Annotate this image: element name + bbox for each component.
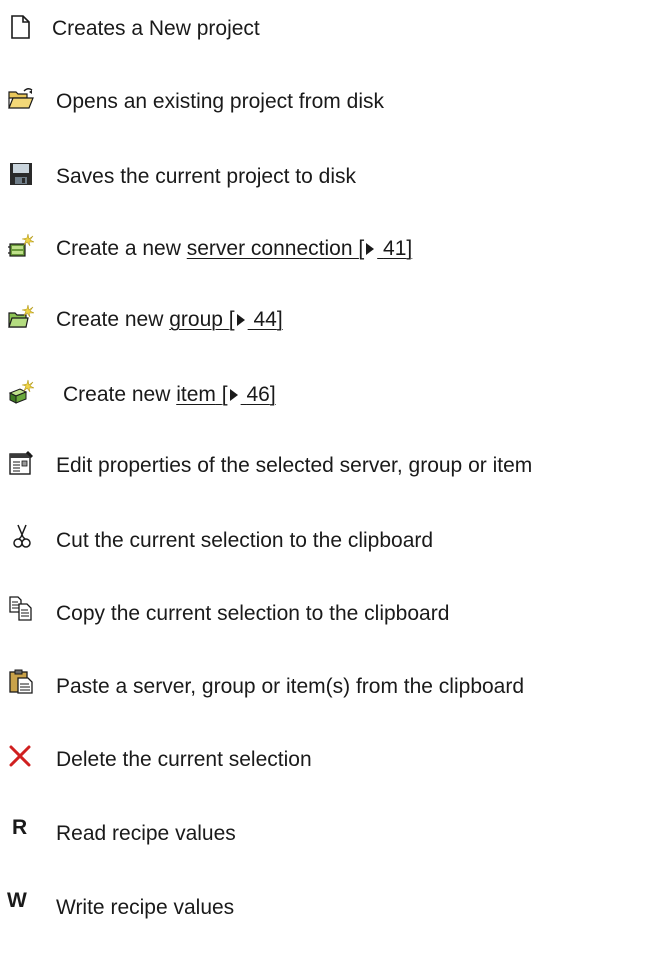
copy-icon: [8, 595, 34, 621]
row-description: Delete the current selection: [56, 748, 312, 771]
row-prefix: Create new: [56, 308, 170, 331]
new-item-icon: [8, 379, 34, 405]
page-ref-arrow-icon: [236, 314, 245, 326]
row-description: Copy the current selection to the clipbo…: [56, 602, 450, 625]
row-description: Creates a New project: [52, 17, 260, 40]
delete-x-icon: [8, 743, 34, 769]
row-description: Create new item [ 46]: [63, 382, 276, 408]
row-description: Read recipe values: [56, 822, 236, 845]
item-link[interactable]: item [ 46]: [176, 383, 275, 406]
row-description: Paste a server, group or item(s) from th…: [56, 675, 525, 698]
svg-text:R: R: [12, 816, 27, 839]
page-ref-arrow-icon: [366, 243, 375, 255]
new-server-connection-icon: [8, 233, 34, 259]
row-description: Cut the current selection to the clipboa…: [56, 529, 434, 552]
save-disk-icon: [8, 161, 34, 187]
row-description: Create new group [ 44]: [56, 307, 283, 333]
properties-icon: [8, 450, 34, 476]
server-connection-link[interactable]: server connection [ 41]: [187, 237, 413, 260]
row-description: Opens an existing project from disk: [56, 90, 384, 113]
write-w-icon: W: [6, 887, 32, 913]
paste-icon: [8, 668, 34, 694]
row-description: Write recipe values: [56, 896, 235, 919]
svg-text:W: W: [7, 889, 27, 912]
group-link[interactable]: group [ 44]: [169, 308, 282, 331]
row-description: Edit properties of the selected server, …: [56, 454, 533, 477]
new-project-icon: [8, 14, 34, 40]
row-prefix: Create new: [63, 383, 177, 406]
page-ref-arrow-icon: [229, 389, 238, 401]
read-r-icon: R: [10, 814, 36, 840]
row-description: Create a new server connection [ 41]: [56, 236, 412, 262]
row-description: Saves the current project to disk: [56, 165, 356, 188]
open-folder-icon: [8, 86, 34, 112]
row-prefix: Create a new: [56, 237, 187, 260]
new-group-icon: [8, 304, 34, 330]
scissors-icon: [10, 524, 36, 550]
